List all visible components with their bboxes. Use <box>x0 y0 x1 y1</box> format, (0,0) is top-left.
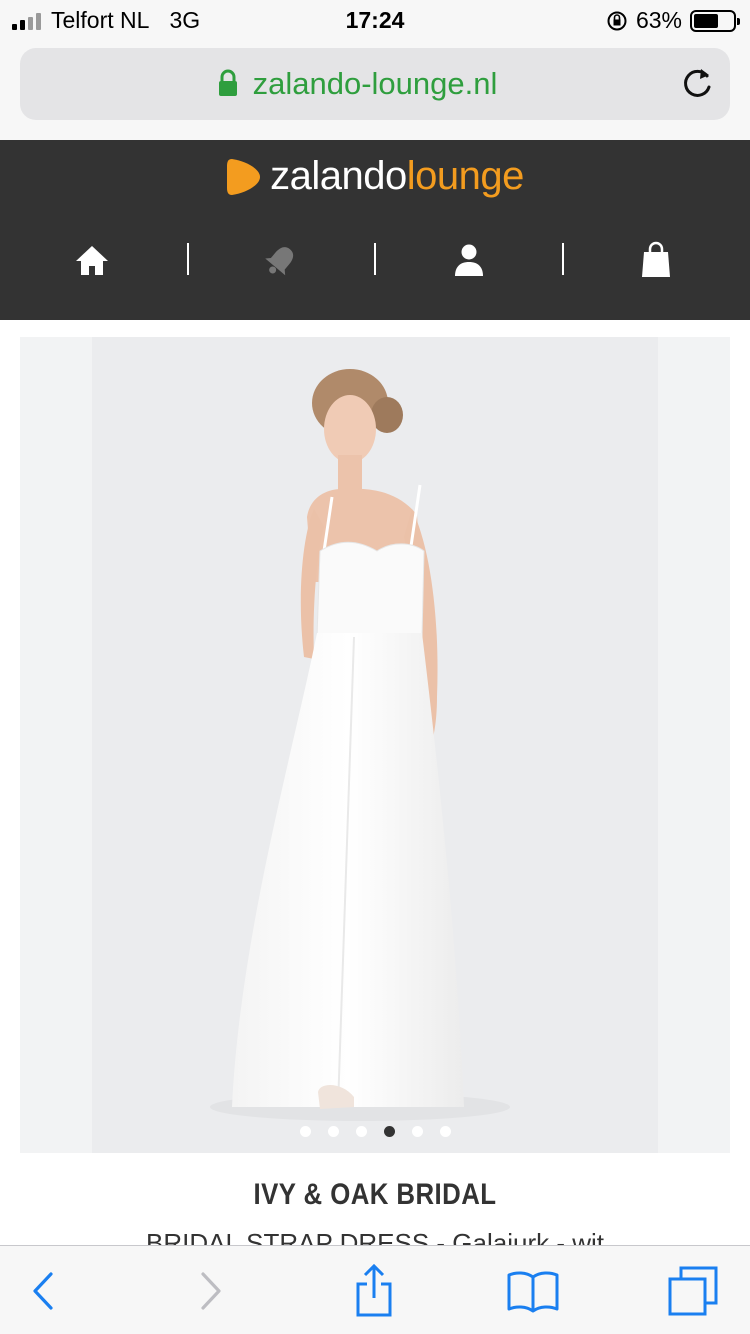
forward-icon <box>201 1272 221 1310</box>
share-icon <box>356 1264 392 1317</box>
product-image-carousel[interactable] <box>20 337 730 1153</box>
nav-divider <box>562 243 564 275</box>
carousel-dot[interactable] <box>411 1126 423 1137</box>
back-button[interactable] <box>16 1264 70 1318</box>
nav-notifications-button[interactable] <box>261 240 301 280</box>
nav-account-button[interactable] <box>449 240 489 280</box>
nav-cart-button[interactable] <box>636 240 676 280</box>
status-bar: Telfort NL 3G 17:24 63% <box>0 0 750 40</box>
tabs-button[interactable] <box>666 1264 720 1318</box>
bookmarks-icon <box>507 1271 559 1313</box>
logo-text-lounge: lounge <box>406 154 525 198</box>
nav-home-button[interactable] <box>72 240 112 280</box>
battery-icon <box>690 9 740 32</box>
zalando-flag-icon <box>227 158 261 195</box>
share-button[interactable] <box>347 1264 401 1318</box>
carousel-dot[interactable] <box>299 1126 311 1137</box>
nav-divider <box>374 243 376 275</box>
carousel-dot[interactable] <box>439 1126 451 1137</box>
carousel-dot[interactable] <box>355 1126 367 1137</box>
bookmarks-button[interactable] <box>506 1264 560 1318</box>
forward-button[interactable] <box>184 1264 238 1318</box>
product-photo[interactable] <box>92 337 658 1153</box>
browser-address-area: zalando-lounge.nl <box>0 40 750 140</box>
logo-text-zalando: zalando <box>270 154 407 198</box>
battery-percentage: 63% <box>635 7 682 33</box>
tabs-icon <box>668 1266 718 1316</box>
browser-toolbar <box>0 1245 750 1334</box>
product-brand: IVY & OAK BRIDAL <box>253 1178 497 1211</box>
home-icon <box>76 246 108 275</box>
back-icon <box>33 1272 53 1310</box>
zalando-lounge-logo[interactable]: zalandolounge <box>0 154 750 199</box>
url-text[interactable]: zalando-lounge.nl <box>20 66 730 102</box>
site-header: zalandolounge <box>0 140 750 320</box>
shopping-bag-icon <box>642 241 670 277</box>
address-bar[interactable]: zalando-lounge.nl <box>20 48 730 120</box>
bridal-dress-model-image <box>210 369 510 1121</box>
carousel-dot[interactable] <box>383 1126 395 1137</box>
reload-icon[interactable] <box>680 66 714 102</box>
nav-divider <box>187 243 189 275</box>
carousel-pagination[interactable] <box>20 1126 730 1137</box>
bell-icon <box>265 247 294 276</box>
orientation-lock-icon <box>607 11 627 30</box>
account-icon <box>455 244 483 276</box>
main-nav <box>0 230 750 290</box>
carousel-dot[interactable] <box>327 1126 339 1137</box>
